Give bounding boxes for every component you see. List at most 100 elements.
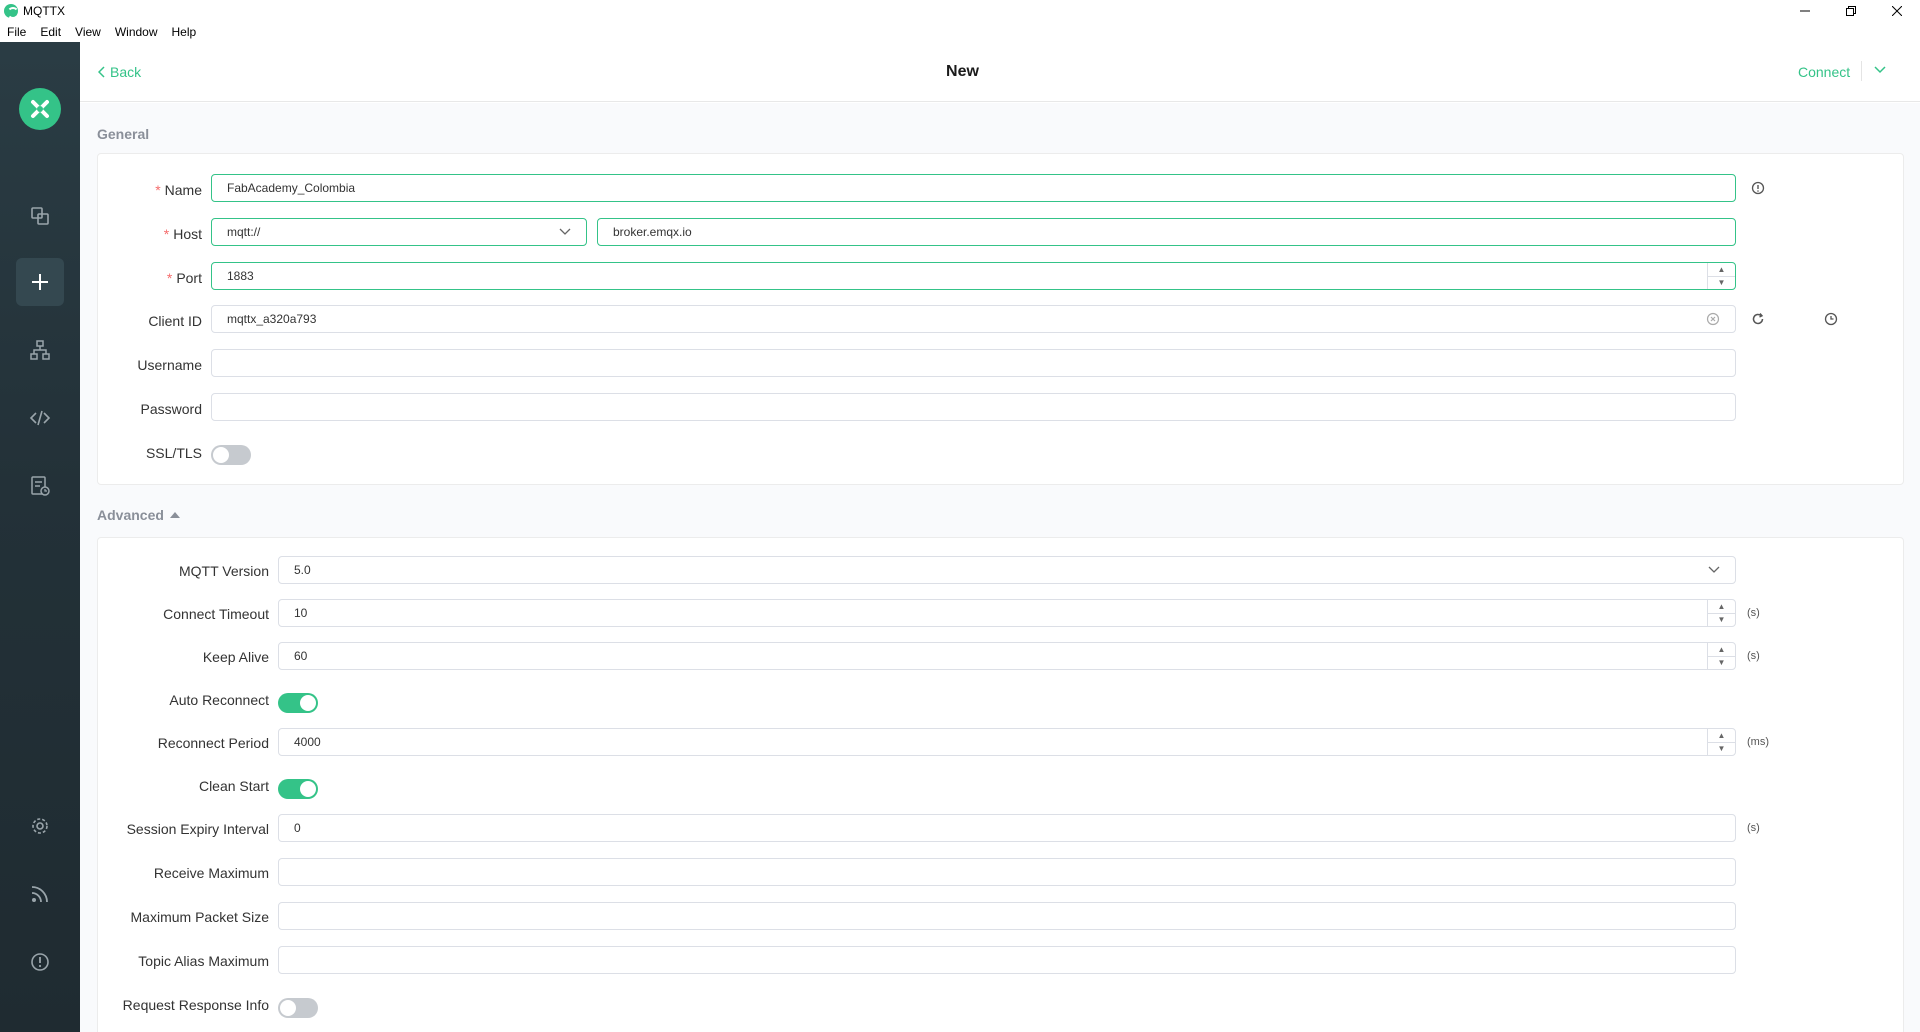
clean-start-toggle[interactable]: [278, 779, 318, 799]
reconnect-period-label: Reconnect Period: [157, 735, 269, 751]
request-response-info-toggle[interactable]: [278, 998, 318, 1018]
session-expiry-input[interactable]: 0: [278, 814, 1736, 842]
decrement-icon[interactable]: ▼: [1708, 743, 1735, 756]
decrement-icon[interactable]: ▼: [1708, 657, 1735, 670]
keep-alive-input[interactable]: 60 ▲ ▼: [278, 642, 1736, 670]
feed-icon: [31, 886, 48, 903]
reconnect-period-unit: (ms): [1747, 736, 1769, 748]
sidebar-connections[interactable]: [16, 192, 64, 240]
client-id-label: Client ID: [148, 313, 202, 329]
clear-icon[interactable]: [1706, 312, 1720, 326]
close-icon: [1892, 6, 1902, 16]
connect-timeout-stepper[interactable]: ▲ ▼: [1707, 600, 1735, 626]
advanced-section-toggle[interactable]: Advanced: [97, 507, 180, 523]
max-packet-size-label: Maximum Packet Size: [130, 909, 269, 925]
host-label: * Host: [163, 226, 202, 242]
code-icon: [29, 410, 51, 426]
increment-icon[interactable]: ▲: [1708, 729, 1735, 743]
menu-view[interactable]: View: [68, 25, 108, 39]
client-id-time-button[interactable]: [1823, 311, 1839, 327]
topic-alias-max-input[interactable]: [278, 946, 1736, 974]
connections-icon: [31, 207, 49, 225]
sidebar-new-connection[interactable]: [16, 258, 64, 306]
username-label: Username: [137, 357, 202, 373]
name-input[interactable]: FabAcademy_Colombia: [211, 174, 1736, 202]
sidebar: [0, 42, 80, 1032]
connect-timeout-input[interactable]: 10 ▲ ▼: [278, 599, 1736, 627]
username-input[interactable]: [211, 349, 1736, 377]
maximize-button[interactable]: [1828, 0, 1874, 22]
restore-icon: [1846, 6, 1856, 16]
port-label: * Port: [166, 270, 202, 286]
reconnect-period-input[interactable]: 4000 ▲ ▼: [278, 728, 1736, 756]
window-title: MQTTX: [23, 4, 65, 18]
decrement-icon[interactable]: ▼: [1708, 277, 1735, 290]
password-input[interactable]: [211, 393, 1736, 421]
name-info-button[interactable]: [1750, 180, 1766, 196]
client-id-input[interactable]: mqttx_a320a793: [211, 305, 1736, 333]
sidebar-feed[interactable]: [16, 870, 64, 918]
close-button[interactable]: [1874, 0, 1920, 22]
clean-start-label: Clean Start: [198, 778, 269, 794]
chevron-down-icon: [559, 228, 571, 235]
ssl-toggle[interactable]: [211, 445, 251, 465]
connect-button[interactable]: Connect: [1798, 64, 1850, 80]
mqttx-logo-icon: [31, 100, 49, 118]
keep-alive-unit: (s): [1747, 650, 1760, 662]
increment-icon[interactable]: ▲: [1708, 643, 1735, 657]
session-expiry-label: Session Expiry Interval: [126, 821, 269, 837]
decrement-icon[interactable]: ▼: [1708, 614, 1735, 627]
mqtt-version-select[interactable]: 5.0: [278, 556, 1736, 584]
title-bar: MQTTX: [0, 0, 1920, 22]
sidebar-script[interactable]: [16, 394, 64, 442]
settings-icon: [32, 818, 48, 834]
refresh-icon: [1752, 313, 1764, 325]
menu-bar: File Edit View Window Help: [0, 22, 1920, 42]
host-input[interactable]: broker.emqx.io: [597, 218, 1736, 246]
mqttx-logo[interactable]: [19, 88, 61, 130]
reconnect-period-stepper[interactable]: ▲ ▼: [1707, 729, 1735, 755]
info-icon: [1751, 181, 1765, 195]
receive-maximum-label: Receive Maximum: [153, 865, 269, 881]
menu-window[interactable]: Window: [108, 25, 165, 39]
sidebar-settings[interactable]: [16, 802, 64, 850]
protocol-select[interactable]: mqtt://: [211, 218, 587, 246]
name-label: * Name: [155, 182, 202, 198]
topology-icon: [30, 340, 50, 360]
connect-divider: [1861, 61, 1862, 81]
session-expiry-unit: (s): [1747, 822, 1760, 834]
advanced-card: MQTT Version 5.0 Connect Timeout 10 ▲ ▼ (…: [97, 537, 1904, 1032]
connect-timeout-label: Connect Timeout: [163, 606, 269, 622]
sidebar-about[interactable]: [16, 938, 64, 986]
sidebar-log[interactable]: [16, 462, 64, 510]
chevron-down-icon: [1874, 66, 1886, 74]
max-packet-size-input[interactable]: [278, 902, 1736, 930]
menu-file[interactable]: File: [0, 25, 33, 39]
request-response-info-label: Request Response Info: [122, 997, 269, 1013]
about-icon: [31, 953, 49, 971]
plus-icon: [32, 274, 48, 290]
increment-icon[interactable]: ▲: [1708, 263, 1735, 277]
log-icon: [31, 476, 50, 496]
menu-edit[interactable]: Edit: [33, 25, 68, 39]
page-title: New: [946, 63, 979, 80]
general-section-title: General: [97, 126, 150, 142]
auto-reconnect-toggle[interactable]: [278, 693, 318, 713]
connect-dropdown-button[interactable]: [1874, 62, 1886, 78]
increment-icon[interactable]: ▲: [1708, 600, 1735, 614]
port-input[interactable]: 1883 ▲ ▼: [211, 262, 1736, 290]
port-stepper[interactable]: ▲ ▼: [1707, 263, 1735, 289]
minimize-icon: [1800, 10, 1810, 12]
main-content: General * Name FabAcademy_Colombia * Host …: [80, 103, 1920, 1032]
advanced-section-title: Advanced: [97, 507, 164, 523]
menu-help[interactable]: Help: [165, 25, 204, 39]
topic-alias-max-label: Topic Alias Maximum: [138, 953, 269, 969]
keep-alive-label: Keep Alive: [202, 649, 269, 665]
minimize-button[interactable]: [1782, 0, 1828, 22]
receive-maximum-input[interactable]: [278, 858, 1736, 886]
app-logo-icon: [4, 4, 19, 19]
keep-alive-stepper[interactable]: ▲ ▼: [1707, 643, 1735, 669]
window-controls: [1782, 0, 1920, 22]
sidebar-topology[interactable]: [16, 326, 64, 374]
refresh-client-id-button[interactable]: [1750, 311, 1766, 327]
